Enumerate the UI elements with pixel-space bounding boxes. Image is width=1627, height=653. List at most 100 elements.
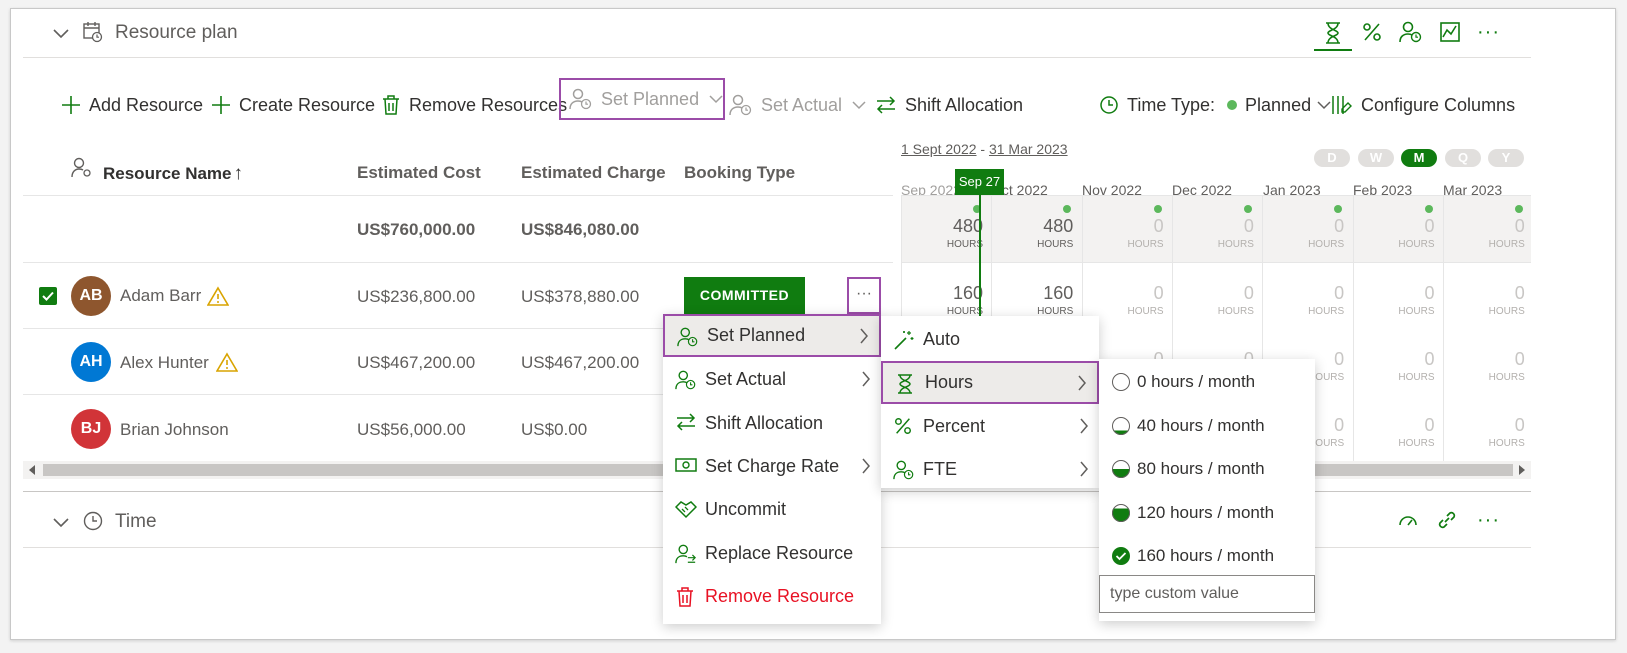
add-resource-button[interactable]: Add Resource <box>61 87 203 123</box>
set-actual-dropdown[interactable]: Set Actual <box>729 87 866 123</box>
timeline-cell[interactable]: 0HOURS <box>1353 205 1443 250</box>
booking-type-badge[interactable]: COMMITTED <box>684 277 805 314</box>
resource-name[interactable]: Alex Hunter <box>120 353 209 373</box>
resource-name[interactable]: Brian Johnson <box>120 420 229 440</box>
hours-value: 0 <box>1424 415 1435 435</box>
menu-item-set-charge-rate[interactable]: Set Charge Rate <box>663 446 881 486</box>
hourglass-view-icon[interactable] <box>1314 17 1352 51</box>
timeline-cell[interactable]: 160HOURS <box>991 283 1081 317</box>
timeline-cell[interactable]: 0HOURS <box>1172 283 1262 317</box>
hours-value: 160 <box>952 283 983 303</box>
status-dot-icon <box>1227 100 1238 110</box>
timeline-cell[interactable]: 480 HOURS <box>901 205 991 250</box>
hours-unit: HOURS <box>1217 306 1254 317</box>
chart-view-icon[interactable] <box>1439 21 1461 43</box>
zoom-quarter-button[interactable]: Q <box>1445 149 1481 167</box>
scroll-right-arrow-icon[interactable] <box>1519 465 1525 475</box>
zoom-month-button[interactable]: M <box>1401 149 1437 167</box>
remove-resources-button[interactable]: Remove Resources <box>381 87 567 123</box>
more-options-icon[interactable]: ··· <box>1477 509 1500 532</box>
range-end-link[interactable]: 31 Mar 2023 <box>989 141 1068 157</box>
timeline-cell[interactable]: 160HOURS <box>901 283 991 317</box>
set-actual-label: Set Actual <box>761 94 843 115</box>
add-resource-label: Add Resource <box>89 94 204 115</box>
submenu-item-auto[interactable]: Auto <box>881 319 1099 359</box>
hours-option[interactable]: 0 hours / month <box>1099 362 1315 402</box>
hours-value: 0 <box>1424 283 1435 303</box>
estimated-cost-header[interactable]: Estimated Cost <box>357 163 481 183</box>
range-start-link[interactable]: 1 Sept 2022 <box>901 141 977 157</box>
timeline-cell[interactable]: 0HOURS <box>1353 349 1443 383</box>
status-dot-icon <box>1063 205 1072 213</box>
row-more-button[interactable]: ··· <box>847 277 881 314</box>
fill-level-radio-icon <box>1111 459 1131 479</box>
hours-option-label: 0 hours / month <box>1137 372 1256 391</box>
estimated-charge-header[interactable]: Estimated Charge <box>521 163 666 183</box>
timeline-cell[interactable]: 0HOURS <box>1443 415 1533 449</box>
set-planned-label: Set Planned <box>601 88 700 109</box>
fte-view-icon[interactable] <box>1399 21 1423 43</box>
hours-option[interactable]: 120 hours / month <box>1099 493 1315 533</box>
timeline-cell[interactable]: 0HOURS <box>1262 283 1352 317</box>
menu-item-label: Replace Resource <box>705 542 854 563</box>
menu-item-set-planned[interactable]: Set Planned <box>663 314 881 357</box>
resource-name[interactable]: Adam Barr <box>120 286 201 306</box>
submenu-item-hours[interactable]: Hours <box>881 361 1099 404</box>
booking-type-header[interactable]: Booking Type <box>684 163 795 183</box>
collapse-chevron-icon[interactable] <box>53 27 69 39</box>
timeline-cell[interactable]: 0HOURS <box>1353 283 1443 317</box>
scroll-left-arrow-icon[interactable] <box>29 465 35 475</box>
menu-item-shift-allocation[interactable]: Shift Allocation <box>663 403 881 443</box>
timeline-cell[interactable]: 0HOURS <box>1353 415 1443 449</box>
menu-item-set-actual[interactable]: Set Actual <box>663 359 881 399</box>
zoom-week-button[interactable]: W <box>1358 149 1394 167</box>
timeline-cell[interactable]: 0HOURS <box>1443 205 1533 250</box>
timeline-cell[interactable]: 0HOURS <box>1262 205 1352 250</box>
submenu-item-fte[interactable]: FTE <box>881 449 1099 489</box>
menu-item-replace-resource[interactable]: Replace Resource <box>663 533 881 573</box>
more-options-icon[interactable]: ··· <box>1477 21 1500 44</box>
chevron-right-icon <box>1077 375 1087 391</box>
menu-item-remove-resource[interactable]: Remove Resource <box>663 576 881 616</box>
set-planned-dropdown[interactable]: Set Planned <box>559 78 725 120</box>
timeline-cell[interactable]: 480 HOURS <box>991 205 1081 250</box>
hours-unit: HOURS <box>1398 239 1435 250</box>
magic-wand-icon <box>893 329 915 351</box>
timeline-cell[interactable]: 0HOURS <box>1443 283 1533 317</box>
submenu-item-percent[interactable]: Percent <box>881 406 1099 446</box>
time-type-selector[interactable]: Time Type: Planned <box>1099 87 1331 123</box>
collapse-chevron-icon[interactable] <box>53 516 69 528</box>
link-icon[interactable] <box>1436 509 1458 531</box>
resource-charge: US$0.00 <box>521 420 588 439</box>
create-resource-button[interactable]: Create Resource <box>211 87 375 123</box>
columns-icon <box>1331 94 1353 116</box>
timeline-cell[interactable]: 0HOURS <box>1172 205 1262 250</box>
hours-option[interactable]: 160 hours / month <box>1099 536 1315 576</box>
person-clock-icon <box>893 459 915 481</box>
timeline-cell[interactable]: 0HOURS <box>1082 283 1172 317</box>
hours-unit: HOURS <box>946 239 983 250</box>
custom-hours-input[interactable]: type custom value <box>1099 575 1315 613</box>
shift-allocation-button[interactable]: Shift Allocation <box>875 87 1023 123</box>
hours-unit: HOURS <box>1398 372 1435 383</box>
menu-item-uncommit[interactable]: Uncommit <box>663 489 881 529</box>
resource-name-header[interactable]: Resource Name ↑ <box>103 163 243 185</box>
remove-resources-label: Remove Resources <box>409 94 568 115</box>
resource-cost: US$467,200.00 <box>357 353 476 372</box>
hours-value: 0 <box>1243 216 1254 236</box>
gauge-icon[interactable] <box>1397 509 1419 531</box>
time-type-value: Planned <box>1245 94 1312 115</box>
hours-value: 0 <box>1514 415 1525 435</box>
menu-item-label: Set Charge Rate <box>705 455 840 476</box>
hours-unit: HOURS <box>1127 239 1164 250</box>
zoom-year-button[interactable]: Y <box>1488 149 1524 167</box>
plus-icon <box>61 95 81 115</box>
configure-columns-button[interactable]: Configure Columns <box>1331 87 1515 123</box>
hours-option[interactable]: 40 hours / month <box>1099 406 1315 446</box>
zoom-day-button[interactable]: D <box>1314 149 1350 167</box>
timeline-cell[interactable]: 0HOURS <box>1082 205 1172 250</box>
timeline-cell[interactable]: 0HOURS <box>1443 349 1533 383</box>
row-checkbox[interactable] <box>39 287 57 305</box>
percent-view-icon[interactable] <box>1361 21 1383 43</box>
hours-option[interactable]: 80 hours / month <box>1099 449 1315 489</box>
